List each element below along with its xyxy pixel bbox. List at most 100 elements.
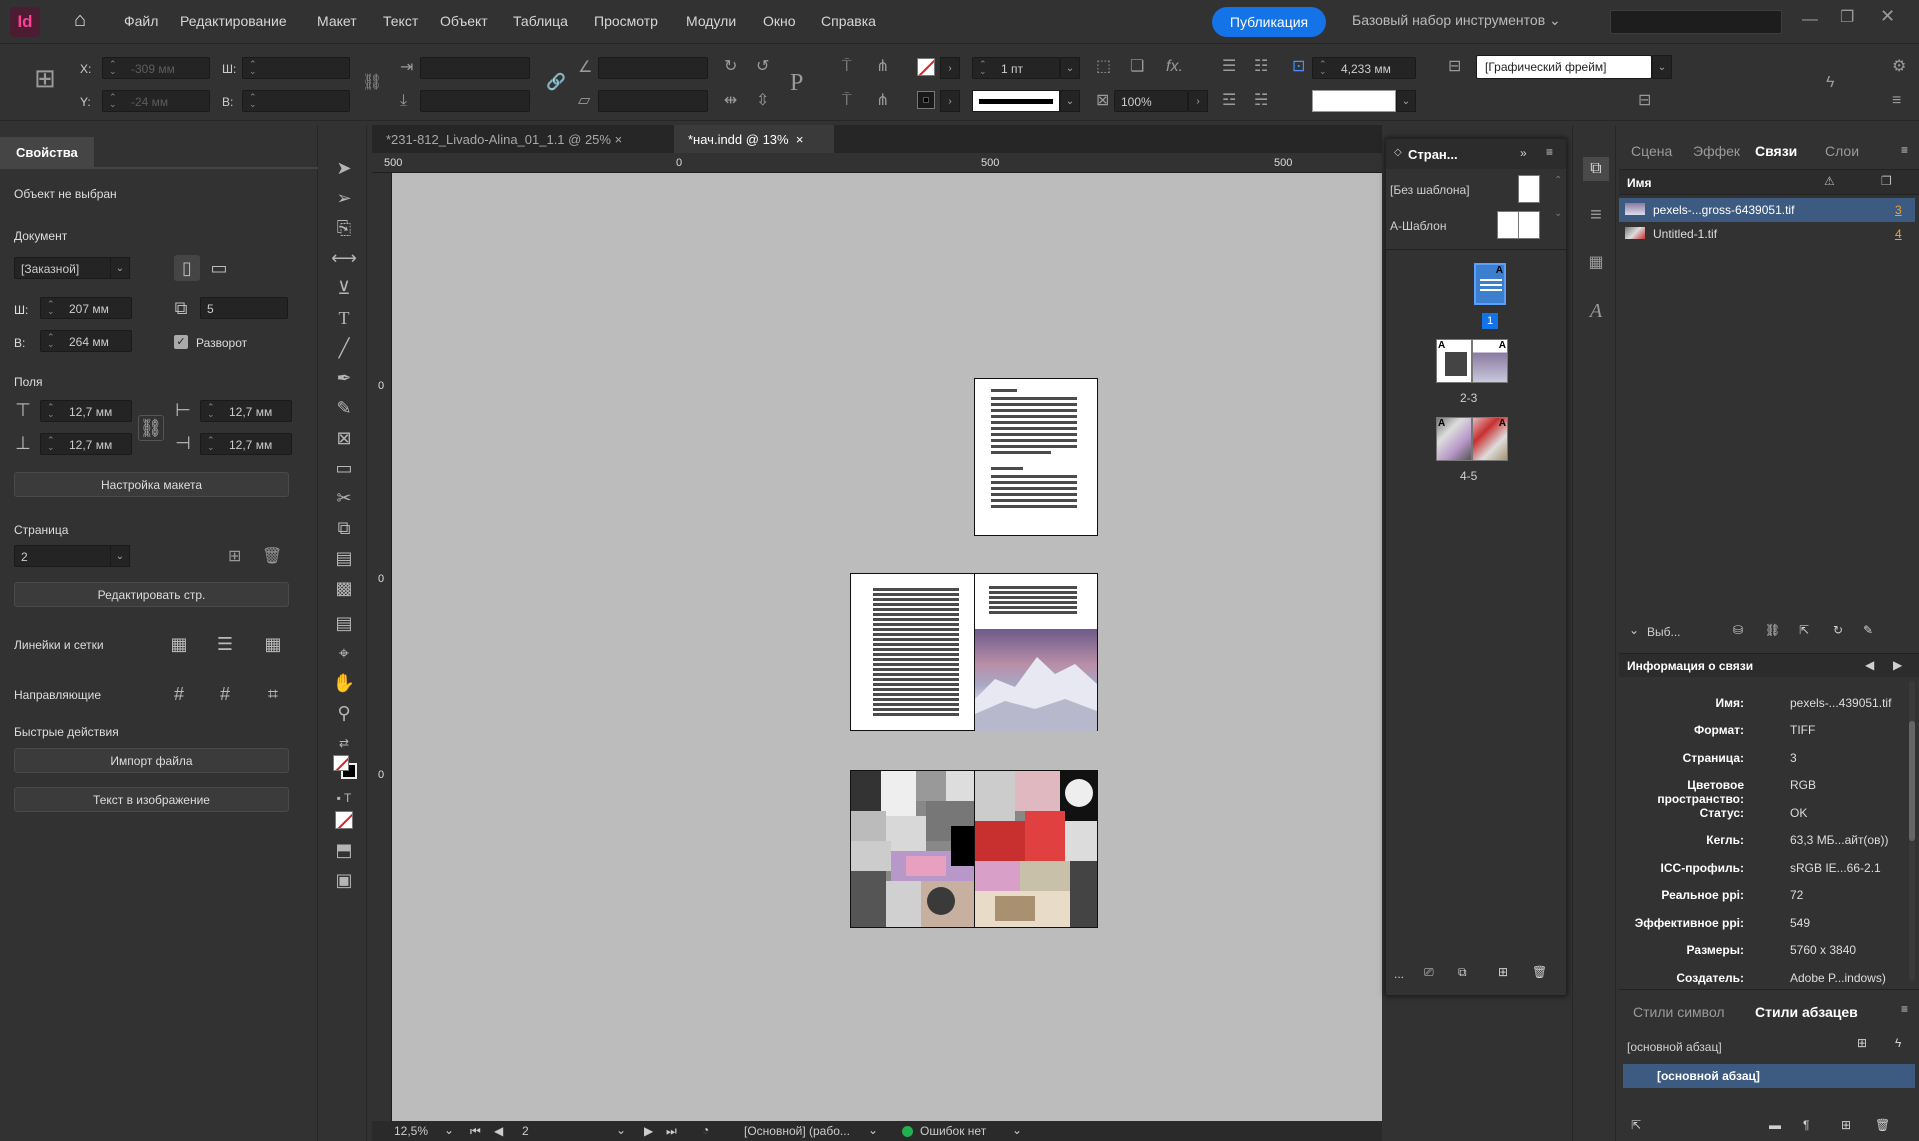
menu-object[interactable]: Объект: [440, 13, 488, 29]
scale-y-icon[interactable]: ⤓: [400, 93, 407, 109]
stepper-icon[interactable]: ⌃ ⌄: [47, 333, 55, 349]
pages-count-field[interactable]: 5: [200, 297, 288, 319]
page-thumb-5[interactable]: A: [1472, 417, 1508, 461]
panel-menu-icon[interactable]: ≡: [1546, 145, 1553, 159]
page-dropdown[interactable]: ⌄: [110, 545, 130, 567]
tab-layers[interactable]: Слои: [1825, 143, 1859, 159]
shear-angle-icon[interactable]: ▱: [578, 93, 590, 109]
gradient-tool-icon[interactable]: ▤: [329, 545, 359, 571]
format-container-icon[interactable]: ▪ T: [329, 785, 359, 811]
fill-menu-button[interactable]: ›: [940, 57, 960, 79]
link-row[interactable]: Untitled-1.tif 4: [1619, 222, 1915, 246]
screen-mode-icon[interactable]: ▣: [329, 867, 359, 893]
stepper-icon[interactable]: ⌃ ⌄: [249, 60, 257, 76]
flip-horizontal-icon[interactable]: ⇹: [724, 93, 737, 109]
links-panel-icon[interactable]: ▦: [1583, 255, 1609, 271]
next-link-icon[interactable]: ▶: [1893, 658, 1902, 672]
shadow-icon[interactable]: ❏: [1130, 59, 1144, 75]
page-3[interactable]: [974, 573, 1098, 731]
select-content-icon[interactable]: ⍑: [842, 93, 852, 109]
view-mode-icon[interactable]: ⬒: [329, 837, 359, 863]
stroke-weight-dropdown[interactable]: ⌄: [1060, 57, 1080, 79]
relink-icon[interactable]: ⛓: [1765, 623, 1780, 637]
opacity-field[interactable]: 100%: [1114, 90, 1188, 112]
gradient-feather-tool-icon[interactable]: ▩: [329, 575, 359, 601]
align-bottom-icon[interactable]: ☲: [1222, 93, 1236, 109]
select-container-icon[interactable]: ⍑: [842, 59, 852, 75]
stepper-icon[interactable]: ⌃ ⌄: [1319, 60, 1327, 76]
document-preset-select[interactable]: [Заказной]: [14, 257, 114, 279]
scale-x-icon[interactable]: ⇥: [400, 60, 413, 76]
doc-width-field[interactable]: ⌃ ⌄ 207 мм: [40, 297, 132, 319]
quick-apply-icon[interactable]: ϟ: [1826, 75, 1834, 91]
page-thumb-2[interactable]: A: [1436, 339, 1472, 383]
style-group-icon[interactable]: ⇱: [1631, 1118, 1641, 1132]
object-style-dropdown[interactable]: ⌄: [1652, 55, 1672, 79]
stepper-icon[interactable]: ⌃ ⌄: [249, 93, 257, 109]
text-to-image-button[interactable]: Текст в изображение: [14, 787, 289, 812]
prev-page-icon[interactable]: ◀: [494, 1124, 503, 1138]
tab-document-2[interactable]: *нач.indd @ 13% ×: [674, 125, 834, 153]
stepper-icon[interactable]: ⌃ ⌄: [207, 436, 215, 452]
stepper-icon[interactable]: ⌃ ⌄: [47, 436, 55, 452]
stepper-icon[interactable]: ⌃ ⌄: [109, 60, 117, 76]
last-page-icon[interactable]: ⏭: [666, 1124, 677, 1139]
import-file-button[interactable]: Импорт файла: [14, 748, 289, 773]
menu-file[interactable]: Файл: [124, 13, 158, 29]
gear-icon[interactable]: ⚙: [1892, 59, 1906, 75]
fill-stroke-proxy[interactable]: [333, 755, 357, 779]
page-tool-icon[interactable]: ⎘: [329, 215, 359, 241]
first-page-icon[interactable]: ⏮: [470, 1124, 481, 1139]
tab-paragraph-styles[interactable]: Стили абзацев: [1755, 1004, 1858, 1020]
apply-none-icon[interactable]: [335, 811, 353, 829]
spread-4-5-label[interactable]: 4-5: [1460, 469, 1477, 483]
eyedropper-tool-icon[interactable]: ⌖: [329, 640, 359, 666]
tab-properties[interactable]: Свойства: [0, 137, 94, 167]
new-style-icon[interactable]: ⊞: [1857, 1036, 1867, 1050]
scale-x-field[interactable]: [420, 57, 530, 79]
object-style-select[interactable]: [Графический фрейм]: [1476, 55, 1652, 79]
chevron-down-icon[interactable]: ⌄: [444, 1123, 454, 1137]
line-tool-icon[interactable]: ╱: [329, 335, 359, 361]
margin-left-field[interactable]: ⌃ ⌄ 12,7 мм: [200, 400, 292, 422]
w-field[interactable]: ⌃ ⌄: [242, 57, 350, 79]
page-1-number[interactable]: 1: [1482, 313, 1498, 329]
folder-icon[interactable]: ▬: [1769, 1118, 1781, 1132]
margin-bottom-field[interactable]: ⌃ ⌄ 12,7 мм: [40, 433, 132, 455]
document-canvas[interactable]: [392, 173, 1382, 1121]
page-col-icon[interactable]: ❐: [1881, 174, 1892, 188]
menu-view[interactable]: Просмотр: [594, 13, 658, 29]
portrait-orientation-icon[interactable]: ▯: [174, 255, 200, 281]
layers-panel-icon[interactable]: ≡: [1583, 205, 1609, 225]
h-field[interactable]: ⌃ ⌄: [242, 90, 350, 112]
gap-tool-icon[interactable]: ⟷: [329, 245, 359, 271]
spread-2-3-label[interactable]: 2-3: [1460, 391, 1477, 405]
stepper-icon[interactable]: ⌃ ⌄: [207, 403, 215, 419]
hand-tool-icon[interactable]: ✋: [329, 670, 359, 696]
gap-field[interactable]: ⌃ ⌄ 4,233 мм: [1312, 57, 1416, 79]
link-page[interactable]: 4: [1895, 227, 1902, 241]
scrollbar[interactable]: ⌃ ⌄: [1554, 175, 1562, 245]
reference-point-icon[interactable]: ⊞: [34, 65, 56, 91]
rectangle-frame-tool-icon[interactable]: ⊠: [329, 425, 359, 451]
page-2[interactable]: [850, 573, 975, 731]
menu-edit[interactable]: Редактирование: [180, 13, 287, 29]
master-a-thumb-left[interactable]: [1497, 211, 1519, 239]
rotate-ccw-icon[interactable]: ↺: [756, 59, 769, 75]
close-icon[interactable]: ×: [615, 132, 623, 147]
stroke-type-dropdown[interactable]: ⌄: [1060, 90, 1080, 112]
page-5[interactable]: [974, 770, 1098, 928]
stroke-swatch[interactable]: [917, 91, 935, 109]
margin-top-field[interactable]: ⌃ ⌄ 12,7 мм: [40, 400, 132, 422]
errors-status[interactable]: Ошибок нет: [920, 1124, 986, 1138]
chevron-down-icon[interactable]: ⌄: [1012, 1123, 1022, 1137]
panel-menu-icon[interactable]: ≡: [1901, 143, 1908, 157]
page-select[interactable]: 2: [14, 545, 114, 567]
tab-links[interactable]: Связи: [1755, 143, 1797, 159]
rotate-cw-icon[interactable]: ↻: [724, 59, 737, 75]
new-page-icon[interactable]: ⊞: [1498, 965, 1508, 979]
y-field[interactable]: ⌃ ⌄ -24 мм: [102, 90, 210, 112]
select-prev-icon[interactable]: ⋔: [876, 93, 889, 109]
scissors-tool-icon[interactable]: ✂: [329, 485, 359, 511]
edit-original-icon[interactable]: ✎: [1863, 623, 1873, 637]
